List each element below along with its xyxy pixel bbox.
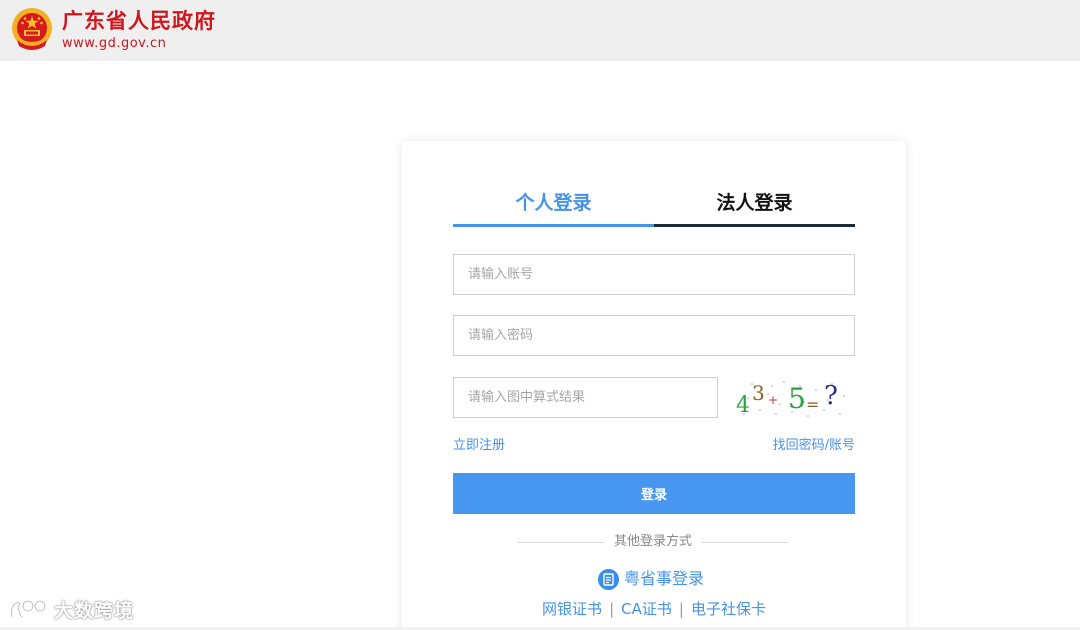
svg-text:=: = bbox=[806, 395, 819, 414]
login-tabs: 个人登录 法人登录 bbox=[453, 179, 855, 227]
login-card: 个人登录 法人登录 4 3 + 5 = ? 立即注册 找回密码/账号 登录 其他… bbox=[402, 141, 906, 630]
yueshengshi-login-button[interactable]: 粤省事登录 bbox=[598, 568, 704, 590]
login-button[interactable]: 登录 bbox=[453, 473, 855, 514]
password-input[interactable] bbox=[453, 315, 855, 356]
tab-personal-login[interactable]: 个人登录 bbox=[453, 179, 654, 227]
watermark-text: 大数跨境 bbox=[54, 599, 135, 622]
site-title: 广东省人民政府 bbox=[62, 9, 216, 33]
ca-certificate-link[interactable]: CA证书 bbox=[621, 600, 672, 618]
divider-line-right bbox=[702, 542, 788, 543]
yueshengshi-icon bbox=[598, 568, 619, 590]
site-header: 广东省人民政府 www.gd.gov.cn bbox=[0, 0, 1080, 61]
captcha-image[interactable]: 4 3 + 5 = ? bbox=[732, 374, 848, 420]
site-url: www.gd.gov.cn bbox=[62, 36, 167, 51]
other-login-divider: 其他登录方式 bbox=[518, 533, 788, 551]
recover-account-link[interactable]: 找回密码/账号 bbox=[773, 437, 855, 455]
svg-text:+: + bbox=[768, 393, 778, 407]
tab-legal-person-login[interactable]: 法人登录 bbox=[654, 179, 855, 227]
yueshengshi-login-label: 粤省事登录 bbox=[624, 569, 705, 588]
watermark-logo-icon bbox=[10, 599, 47, 618]
svg-text:4: 4 bbox=[736, 393, 750, 418]
separator: | bbox=[609, 600, 615, 618]
social-security-card-link[interactable]: 电子社保卡 bbox=[691, 600, 766, 618]
national-emblem-icon[interactable] bbox=[9, 6, 55, 54]
watermark: 大数跨境 bbox=[8, 596, 134, 622]
bank-certificate-link[interactable]: 网银证书 bbox=[542, 600, 602, 618]
account-input[interactable] bbox=[453, 254, 855, 295]
captcha-input[interactable] bbox=[453, 377, 718, 418]
svg-text:3: 3 bbox=[752, 381, 765, 405]
alternate-login-methods: 网银证书 | CA证书 | 电子社保卡 bbox=[402, 599, 906, 619]
register-link[interactable]: 立即注册 bbox=[453, 437, 505, 455]
separator: | bbox=[678, 600, 684, 618]
svg-text:?: ? bbox=[824, 381, 838, 411]
svg-text:5: 5 bbox=[788, 382, 806, 415]
